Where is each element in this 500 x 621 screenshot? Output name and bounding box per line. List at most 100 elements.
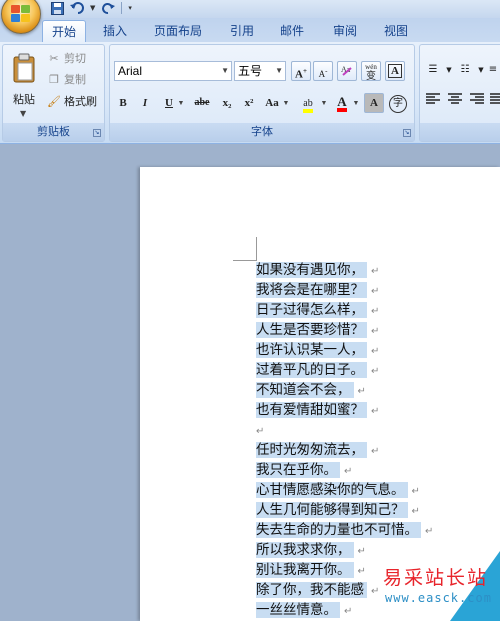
tab-mailings[interactable]: 邮件	[270, 20, 314, 42]
copy-button[interactable]: ❐ 复制	[47, 71, 86, 87]
paste-button[interactable]: 粘贴 ▼	[7, 51, 41, 118]
tab-home[interactable]: 开始	[42, 20, 86, 42]
subscript-button[interactable]: x₂	[218, 93, 236, 113]
paragraph-mark-icon: ↵	[357, 546, 366, 557]
character-border-button[interactable]: A	[385, 61, 405, 81]
document-line[interactable]: ↵	[256, 421, 264, 440]
font-size-select[interactable]: 五号 ▼	[234, 61, 286, 81]
document-line[interactable]: 如果没有遇见你， ↵	[256, 261, 379, 280]
selected-text: 别让我离开你。	[256, 562, 354, 578]
bold-button[interactable]: B	[116, 93, 130, 113]
document-line[interactable]: 心甘情愿感染你的气息。 ↵	[256, 481, 420, 500]
paragraph-mark-icon: ↵	[357, 566, 366, 577]
selected-text: 日子过得怎么样，	[256, 302, 367, 318]
copy-icon: ❐	[49, 72, 59, 86]
font-color-dropdown-icon[interactable]: ▼	[352, 93, 360, 113]
paragraph-mark-icon: ↵	[371, 286, 380, 297]
tab-page-layout[interactable]: 页面布局	[146, 20, 210, 42]
paintbrush-icon: 🖌	[47, 94, 61, 108]
document-line[interactable]: 失去生命的力量也不可惜。 ↵	[256, 521, 433, 540]
font-group: Arial ▼ 五号 ▼ A+ A- Aa wén 变 A B I U ▼ ab…	[109, 44, 415, 142]
customize-qat-icon[interactable]: ▾	[128, 4, 132, 12]
cut-label: 剪切	[64, 52, 86, 65]
tab-insert[interactable]: 插入	[93, 20, 137, 42]
document-line[interactable]: 人生是否要珍惜？ ↵	[256, 321, 379, 340]
align-left-icon[interactable]	[424, 93, 442, 111]
superscript-button[interactable]: x²	[240, 93, 258, 113]
highlight-button[interactable]: ab	[296, 93, 320, 113]
clipboard-dialog-launcher-icon[interactable]: ↘	[93, 129, 101, 137]
document-line[interactable]: 过着平凡的日子。 ↵	[256, 361, 379, 380]
strikethrough-button[interactable]: abe	[190, 93, 214, 113]
document-line[interactable]: 一丝丝情意。 ↵	[256, 601, 352, 620]
quick-access-toolbar: ▼ ▾	[44, 0, 132, 16]
document-line[interactable]: 任时光匆匆流去， ↵	[256, 441, 379, 460]
paste-dropdown-icon[interactable]: ▼	[20, 109, 26, 118]
font-dialog-launcher-icon[interactable]: ↘	[403, 129, 411, 137]
tab-review[interactable]: 审阅	[323, 20, 367, 42]
document-line[interactable]: 所以我求求你， ↵	[256, 541, 366, 560]
selected-text: 我只在乎你。	[256, 462, 340, 478]
phonetic-guide-button[interactable]: wén 变	[361, 61, 381, 82]
selected-text: 任时光匆匆流去，	[256, 442, 367, 458]
document-line[interactable]: 日子过得怎么样， ↵	[256, 301, 379, 320]
selected-text: 失去生命的力量也不可惜。	[256, 522, 421, 538]
margin-corner-mark	[256, 237, 257, 261]
document-line[interactable]: 也许认识某一人， ↵	[256, 341, 379, 360]
paragraph-group-label	[420, 123, 500, 141]
document-line[interactable]: 我只在乎你。 ↵	[256, 461, 352, 480]
format-painter-button[interactable]: 🖌 格式刷	[47, 93, 97, 109]
paste-icon	[13, 53, 35, 83]
undo-icon[interactable]	[70, 1, 84, 15]
font-name-select[interactable]: Arial ▼	[114, 61, 232, 81]
underline-button[interactable]: U	[162, 93, 176, 113]
align-right-icon[interactable]	[468, 93, 486, 111]
font-color-icon: A	[337, 95, 347, 112]
italic-button[interactable]: I	[138, 93, 152, 113]
margin-corner-mark	[233, 260, 257, 261]
selected-text: 如果没有遇见你，	[256, 262, 367, 278]
copy-label: 复制	[64, 73, 86, 86]
enclose-characters-button[interactable]: 字	[388, 93, 408, 113]
character-shading-button[interactable]: A	[364, 93, 384, 113]
paragraph-mark-icon: ↵	[425, 526, 434, 537]
paragraph-mark-icon: ↵	[344, 606, 353, 617]
qat-separator	[121, 2, 123, 14]
underline-dropdown-icon[interactable]: ▼	[177, 93, 185, 113]
cut-button[interactable]: ✂ 剪切	[47, 50, 86, 66]
grow-font-button[interactable]: A+	[291, 61, 311, 81]
paragraph-mark-icon: ↵	[357, 386, 366, 397]
document-workspace: 如果没有遇见你， ↵ 我将会是在哪里？ ↵ 日子过得怎么样， ↵ 人生是否要珍惜？ ↵ 也许认识…	[0, 144, 500, 621]
multilevel-list-icon[interactable]: ≡	[484, 61, 500, 79]
document-line[interactable]: 除了你，我不能感 ↵	[256, 581, 379, 600]
shrink-font-button[interactable]: A-	[313, 61, 333, 81]
paste-label: 粘贴	[13, 93, 35, 106]
tab-view[interactable]: 视图	[374, 20, 418, 42]
paragraph-mark-icon: ↵	[344, 466, 353, 477]
document-line[interactable]: 不知道会不会， ↵	[256, 381, 366, 400]
paragraph-mark-icon: ↵	[371, 266, 380, 277]
selected-text: 也许认识某一人，	[256, 342, 367, 358]
document-line[interactable]: 别让我离开你。 ↵	[256, 561, 366, 580]
redo-icon[interactable]	[101, 1, 115, 15]
selected-text: 我将会是在哪里？	[256, 282, 367, 298]
selected-text: 不知道会不会，	[256, 382, 354, 398]
justify-icon[interactable]	[488, 93, 500, 111]
undo-dropdown-icon[interactable]: ▼	[90, 4, 95, 12]
document-line[interactable]: 人生几何能够得到知己？ ↵	[256, 501, 420, 520]
selected-text: 所以我求求你，	[256, 542, 354, 558]
document-line[interactable]: 我将会是在哪里？ ↵	[256, 281, 379, 300]
tab-references[interactable]: 引用	[220, 20, 264, 42]
paragraph-mark-icon: ↵	[411, 486, 420, 497]
align-center-icon[interactable]	[446, 93, 464, 111]
document-line[interactable]: 也有爱情甜如蜜？ ↵	[256, 401, 379, 420]
selected-text: 一丝丝情意。	[256, 602, 340, 618]
change-case-dropdown-icon[interactable]: ▼	[282, 93, 290, 113]
clear-formatting-button[interactable]: Aa	[337, 61, 357, 81]
clear-formatting-icon: Aa	[341, 65, 352, 76]
office-logo-icon	[11, 5, 31, 23]
save-icon[interactable]	[50, 1, 64, 15]
font-color-button[interactable]: A	[332, 93, 352, 113]
change-case-button[interactable]: Aa	[262, 93, 282, 113]
highlight-dropdown-icon[interactable]: ▼	[320, 93, 328, 113]
